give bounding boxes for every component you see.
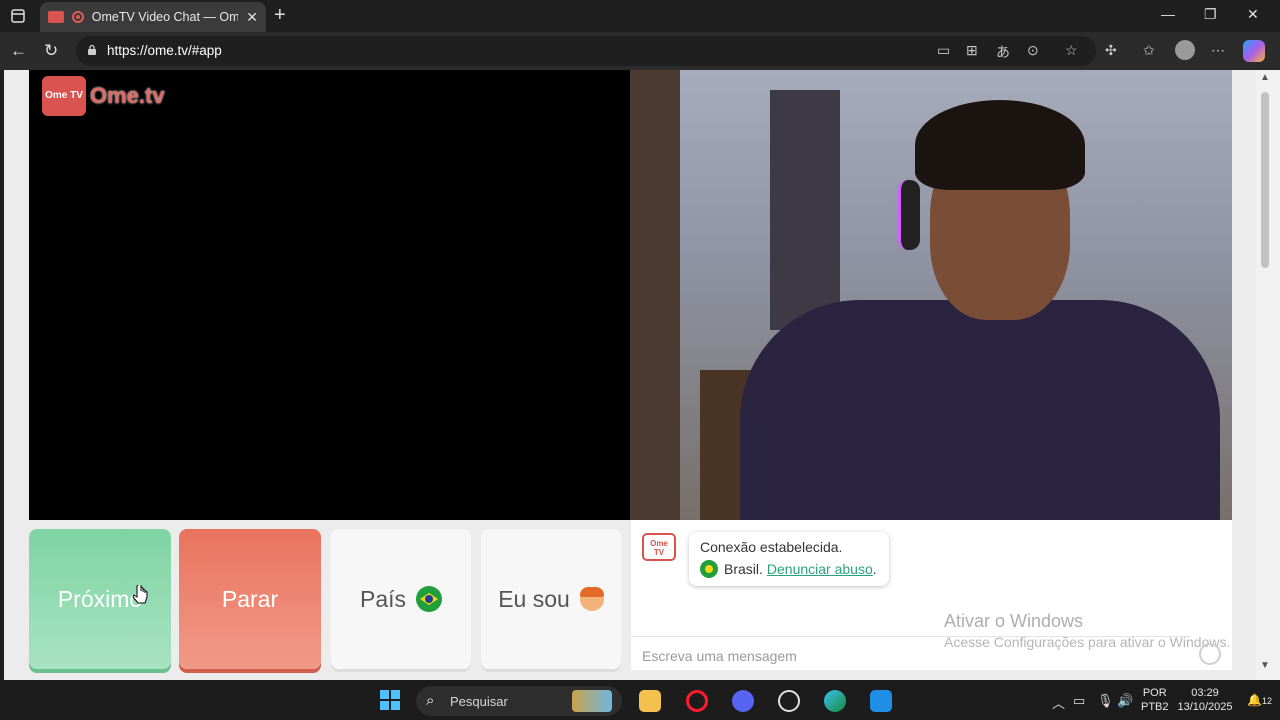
next-button-label: Próximo bbox=[57, 585, 143, 612]
connection-status: Conexão estabelecida. bbox=[700, 539, 843, 555]
tab-close-icon[interactable]: ✕ bbox=[246, 9, 258, 26]
back-icon[interactable]: ← bbox=[10, 41, 27, 61]
logo-text: Ome.tv bbox=[90, 83, 165, 108]
tab-group-icon bbox=[48, 11, 64, 23]
taskbar-search[interactable]: ⌕ Pesquisar bbox=[416, 686, 622, 716]
country-button[interactable]: País bbox=[331, 529, 471, 669]
file-explorer-icon[interactable] bbox=[639, 690, 661, 712]
clock-time: 03:29 bbox=[1191, 687, 1219, 699]
show-hidden-icons-icon[interactable]: ︿ bbox=[1052, 693, 1065, 712]
app-available-icon[interactable]: ⊞ bbox=[966, 42, 978, 59]
boy-face-icon bbox=[579, 587, 604, 611]
windows-start-icon[interactable] bbox=[380, 690, 400, 710]
tab-actions-menu-icon[interactable] bbox=[8, 6, 28, 26]
scrollbar-thumb[interactable] bbox=[1261, 92, 1269, 268]
tv-logo-icon: Ome TV bbox=[42, 76, 86, 116]
favorite-star-icon[interactable]: ☆ bbox=[1065, 42, 1078, 59]
video-wall bbox=[630, 70, 680, 520]
activate-windows-title: Ativar o Windows bbox=[944, 611, 1084, 631]
next-button[interactable]: Próximo bbox=[29, 529, 171, 669]
country-name: Brasil. bbox=[724, 561, 763, 577]
opera-icon[interactable] bbox=[686, 690, 708, 712]
remote-video bbox=[630, 70, 1232, 520]
notification-center[interactable]: 🔔12 bbox=[1247, 693, 1272, 707]
minimize-button[interactable]: — bbox=[1161, 6, 1175, 22]
browser-toolbar: ← ↻ https://ome.tv/#app ▭ ⊞ あ ⊙ ☆ ✣ ✩ ⋯ bbox=[0, 32, 1280, 70]
url-text: https://ome.tv/#app bbox=[107, 43, 222, 58]
close-window-button[interactable]: ✕ bbox=[1247, 6, 1259, 23]
lock-icon bbox=[88, 44, 96, 55]
country-button-label: País bbox=[359, 585, 407, 612]
video-person-hair bbox=[915, 100, 1085, 190]
emoji-icon[interactable] bbox=[1199, 643, 1221, 665]
network-icon[interactable]: ▭ bbox=[1073, 693, 1085, 709]
video-door bbox=[770, 90, 840, 330]
browser-tab-bar: OmeTV Video Chat — Omeg ✕ + — ❐ ✕ bbox=[0, 0, 1280, 32]
new-tab-button[interactable]: + bbox=[274, 5, 286, 25]
favorites-icon[interactable]: ✩ bbox=[1143, 42, 1155, 59]
recording-icon bbox=[71, 11, 84, 23]
country-line: Brasil. Denunciar abuso. bbox=[700, 560, 877, 578]
mouse-pointer-icon bbox=[132, 585, 148, 604]
gender-button[interactable]: Eu sou bbox=[481, 529, 621, 669]
browser-tab[interactable]: OmeTV Video Chat — Omeg ✕ bbox=[40, 2, 266, 32]
local-video bbox=[29, 70, 630, 520]
message-input-placeholder: Escreva uma mensagem bbox=[642, 648, 797, 664]
volume-icon[interactable]: 🔊 bbox=[1117, 693, 1133, 709]
copilot-icon[interactable] bbox=[1243, 40, 1265, 62]
gender-button-label: Eu sou bbox=[498, 585, 570, 612]
video-person-body bbox=[740, 300, 1220, 520]
lang-line2: PTB2 bbox=[1141, 701, 1169, 713]
discord-icon[interactable] bbox=[732, 690, 754, 712]
clock-date: 13/10/2025 bbox=[1177, 701, 1233, 713]
translate-icon[interactable]: あ bbox=[996, 42, 1010, 62]
notification-count: 12 bbox=[1261, 696, 1272, 706]
stop-button-label: Parar bbox=[221, 585, 279, 612]
message-input[interactable]: Escreva uma mensagem bbox=[631, 636, 1191, 670]
tab-title: OmeTV Video Chat — Omeg bbox=[91, 10, 239, 24]
scroll-up-icon[interactable]: ▲ bbox=[1260, 72, 1270, 83]
taskbar-search-placeholder: Pesquisar bbox=[450, 694, 508, 709]
restore-button[interactable]: ❐ bbox=[1204, 6, 1217, 23]
microphone-icon[interactable]: 🎙 bbox=[1097, 693, 1114, 709]
system-message-bubble: Conexão estabelecida. Brasil. Denunciar … bbox=[689, 532, 889, 586]
more-tools-icon[interactable]: ⊙ bbox=[1027, 42, 1039, 59]
edge-icon[interactable] bbox=[824, 690, 846, 712]
camera-permission-icon[interactable]: ▭ bbox=[937, 42, 950, 59]
report-abuse-link[interactable]: Denunciar abuso bbox=[767, 561, 873, 577]
ometv-logo[interactable]: Ome TV Ome.tv bbox=[42, 76, 165, 116]
input-language[interactable]: POR PTB2 bbox=[1141, 686, 1169, 714]
app-shield-icon[interactable] bbox=[870, 690, 892, 712]
extensions-icon[interactable]: ✣ bbox=[1105, 42, 1117, 59]
scroll-down-icon[interactable]: ▼ bbox=[1260, 660, 1270, 671]
lang-line1: POR bbox=[1142, 687, 1167, 699]
video-headphone bbox=[898, 180, 920, 250]
search-highlight-icon bbox=[572, 690, 612, 712]
stop-button[interactable]: Parar bbox=[179, 529, 321, 669]
brazil-flag-small-icon bbox=[700, 560, 718, 578]
profile-avatar[interactable] bbox=[1175, 40, 1195, 60]
brazil-flag-icon bbox=[416, 586, 443, 612]
refresh-icon[interactable]: ↻ bbox=[44, 41, 58, 61]
taskbar-clock[interactable]: 03:29 13/10/2025 bbox=[1174, 686, 1236, 714]
chat-ometv-icon: Ome TV bbox=[642, 533, 676, 561]
search-icon: ⌕ bbox=[426, 692, 435, 709]
settings-menu-icon[interactable]: ⋯ bbox=[1211, 42, 1225, 59]
steam-icon[interactable] bbox=[778, 690, 800, 712]
